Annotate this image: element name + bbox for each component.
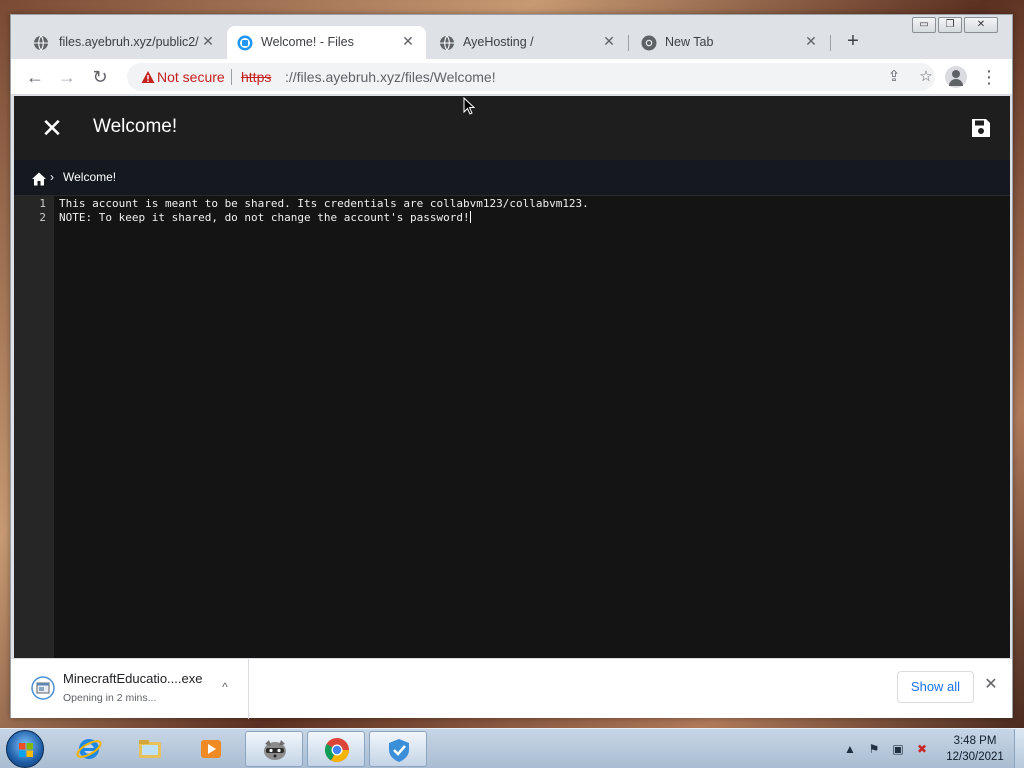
show-desktop-button[interactable] bbox=[1014, 729, 1024, 768]
breadcrumb: › Welcome! bbox=[14, 160, 1010, 196]
network-icon[interactable]: ▣ bbox=[890, 741, 906, 757]
home-icon[interactable] bbox=[31, 171, 47, 187]
volume-muted-icon[interactable]: ✖ bbox=[914, 741, 930, 757]
clock-time: 3:48 PM bbox=[953, 735, 997, 747]
close-download-bar-button[interactable]: ✕ bbox=[983, 677, 999, 693]
chevron-right-icon: › bbox=[50, 170, 54, 184]
url-text: ://files.ayebruh.xyz/files/Welcome! bbox=[285, 69, 496, 85]
tab-close-button[interactable]: ✕ bbox=[803, 33, 819, 49]
tab-separator bbox=[830, 35, 831, 51]
close-editor-button[interactable]: ✕ bbox=[40, 115, 64, 141]
line-number: 2 bbox=[39, 211, 46, 224]
text-caret bbox=[469, 211, 471, 223]
show-all-button[interactable]: Show all bbox=[897, 671, 974, 703]
maximize-button[interactable]: ❐ bbox=[938, 17, 962, 33]
save-icon[interactable] bbox=[970, 117, 992, 139]
clock-date: 12/30/2021 bbox=[946, 751, 1004, 763]
line-number: 1 bbox=[39, 197, 46, 210]
windows-logo-icon bbox=[19, 743, 33, 757]
taskbar-raccoon-app[interactable] bbox=[245, 731, 303, 767]
taskbar: ▲ ⚑ ▣ ✖ 3:48 PM 12/30/2021 bbox=[0, 728, 1024, 768]
download-status: Opening in 2 mins... bbox=[63, 692, 157, 704]
start-button[interactable] bbox=[6, 730, 44, 768]
back-button[interactable]: ← bbox=[25, 67, 45, 87]
tab-close-button[interactable]: ✕ bbox=[601, 33, 617, 49]
mouse-cursor-icon bbox=[463, 97, 475, 115]
tab-new-tab[interactable]: New Tab ✕ bbox=[629, 26, 829, 59]
security-status[interactable]: Not secure bbox=[157, 69, 225, 85]
bookmark-star-icon[interactable]: ☆ bbox=[918, 69, 934, 85]
tab-close-button[interactable]: ✕ bbox=[400, 33, 416, 49]
tab-public2[interactable]: files.ayebruh.xyz/public2/ ✕ bbox=[11, 26, 226, 59]
address-bar[interactable]: Not secure https ://files.ayebruh.xyz/fi… bbox=[127, 63, 935, 91]
window-close-button[interactable]: ✕ bbox=[964, 17, 998, 33]
page-title: Welcome! bbox=[93, 116, 178, 137]
download-item[interactable]: MinecraftEducatio....exe Opening in 2 mi… bbox=[11, 659, 249, 719]
window-controls: ▭ ❐ ✕ bbox=[912, 17, 998, 33]
tab-title: Welcome! - Files bbox=[261, 35, 354, 49]
chrome-icon bbox=[641, 35, 657, 51]
browser-menu-button[interactable]: ⋮ bbox=[979, 67, 999, 87]
forward-button[interactable]: → bbox=[57, 67, 77, 87]
tab-ayehosting[interactable]: AyeHosting / ✕ bbox=[427, 26, 627, 59]
chevron-up-icon[interactable]: ^ bbox=[217, 679, 233, 695]
globe-icon bbox=[440, 35, 454, 51]
new-tab-button[interactable]: + bbox=[843, 31, 863, 52]
taskbar-vpn[interactable] bbox=[369, 731, 427, 767]
taskbar-chrome[interactable] bbox=[307, 731, 365, 767]
minimize-button[interactable]: ▭ bbox=[912, 17, 936, 33]
tab-close-button[interactable]: ✕ bbox=[200, 33, 216, 49]
breadcrumb-item-current[interactable]: Welcome! bbox=[63, 170, 116, 184]
download-filename: MinecraftEducatio....exe bbox=[63, 671, 203, 686]
files-app-icon bbox=[237, 35, 253, 51]
raccoon-app-icon bbox=[264, 740, 286, 760]
profile-avatar[interactable] bbox=[945, 66, 967, 88]
editor-header: ✕ Welcome! bbox=[14, 96, 1010, 160]
download-bar: MinecraftEducatio....exe Opening in 2 mi… bbox=[11, 658, 1012, 719]
line-gutter: 1 2 bbox=[14, 196, 54, 658]
internet-explorer-icon bbox=[76, 739, 102, 759]
code-editor[interactable]: 1 2 This account is meant to be shared. … bbox=[14, 196, 1010, 658]
tab-title: AyeHosting / bbox=[463, 35, 534, 49]
action-center-flag-icon[interactable]: ⚑ bbox=[866, 741, 882, 757]
clock[interactable]: 3:48 PM 12/30/2021 bbox=[940, 733, 1010, 765]
page-content: ✕ Welcome! › Welcome! 1 2 This account i… bbox=[14, 96, 1010, 658]
warning-icon bbox=[141, 71, 155, 83]
tab-welcome-files[interactable]: Welcome! - Files ✕ bbox=[227, 26, 426, 59]
tray-overflow-icon[interactable]: ▲ bbox=[842, 741, 858, 757]
vpn-shield-icon bbox=[389, 739, 409, 762]
code-line-with-caret: NOTE: To keep it shared, do not change t… bbox=[59, 211, 471, 224]
share-icon[interactable]: ⇪ bbox=[886, 69, 902, 85]
tab-strip: files.ayebruh.xyz/public2/ ✕ Welcome! - … bbox=[11, 15, 1012, 59]
chrome-icon bbox=[324, 738, 349, 763]
code-line-text: NOTE: To keep it shared, do not change t… bbox=[59, 211, 470, 224]
omnibox-divider bbox=[231, 69, 232, 85]
tab-title: New Tab bbox=[665, 35, 714, 49]
code-line: This account is meant to be shared. Its … bbox=[59, 197, 589, 210]
taskbar-file-explorer[interactable] bbox=[121, 731, 179, 767]
taskbar-internet-explorer[interactable] bbox=[60, 731, 118, 767]
file-explorer-icon bbox=[139, 740, 161, 758]
browser-window: files.ayebruh.xyz/public2/ ✕ Welcome! - … bbox=[10, 14, 1013, 719]
globe-icon bbox=[34, 35, 48, 51]
installer-file-icon bbox=[31, 676, 55, 700]
url-scheme: https bbox=[241, 69, 272, 85]
taskbar-media-player[interactable] bbox=[182, 731, 240, 767]
media-player-icon bbox=[201, 740, 221, 758]
browser-toolbar: ← → ↻ Not secure https ://files.ayebruh.… bbox=[11, 59, 1012, 95]
reload-button[interactable]: ↻ bbox=[90, 67, 110, 87]
tab-title: files.ayebruh.xyz/public2/ bbox=[59, 35, 199, 49]
